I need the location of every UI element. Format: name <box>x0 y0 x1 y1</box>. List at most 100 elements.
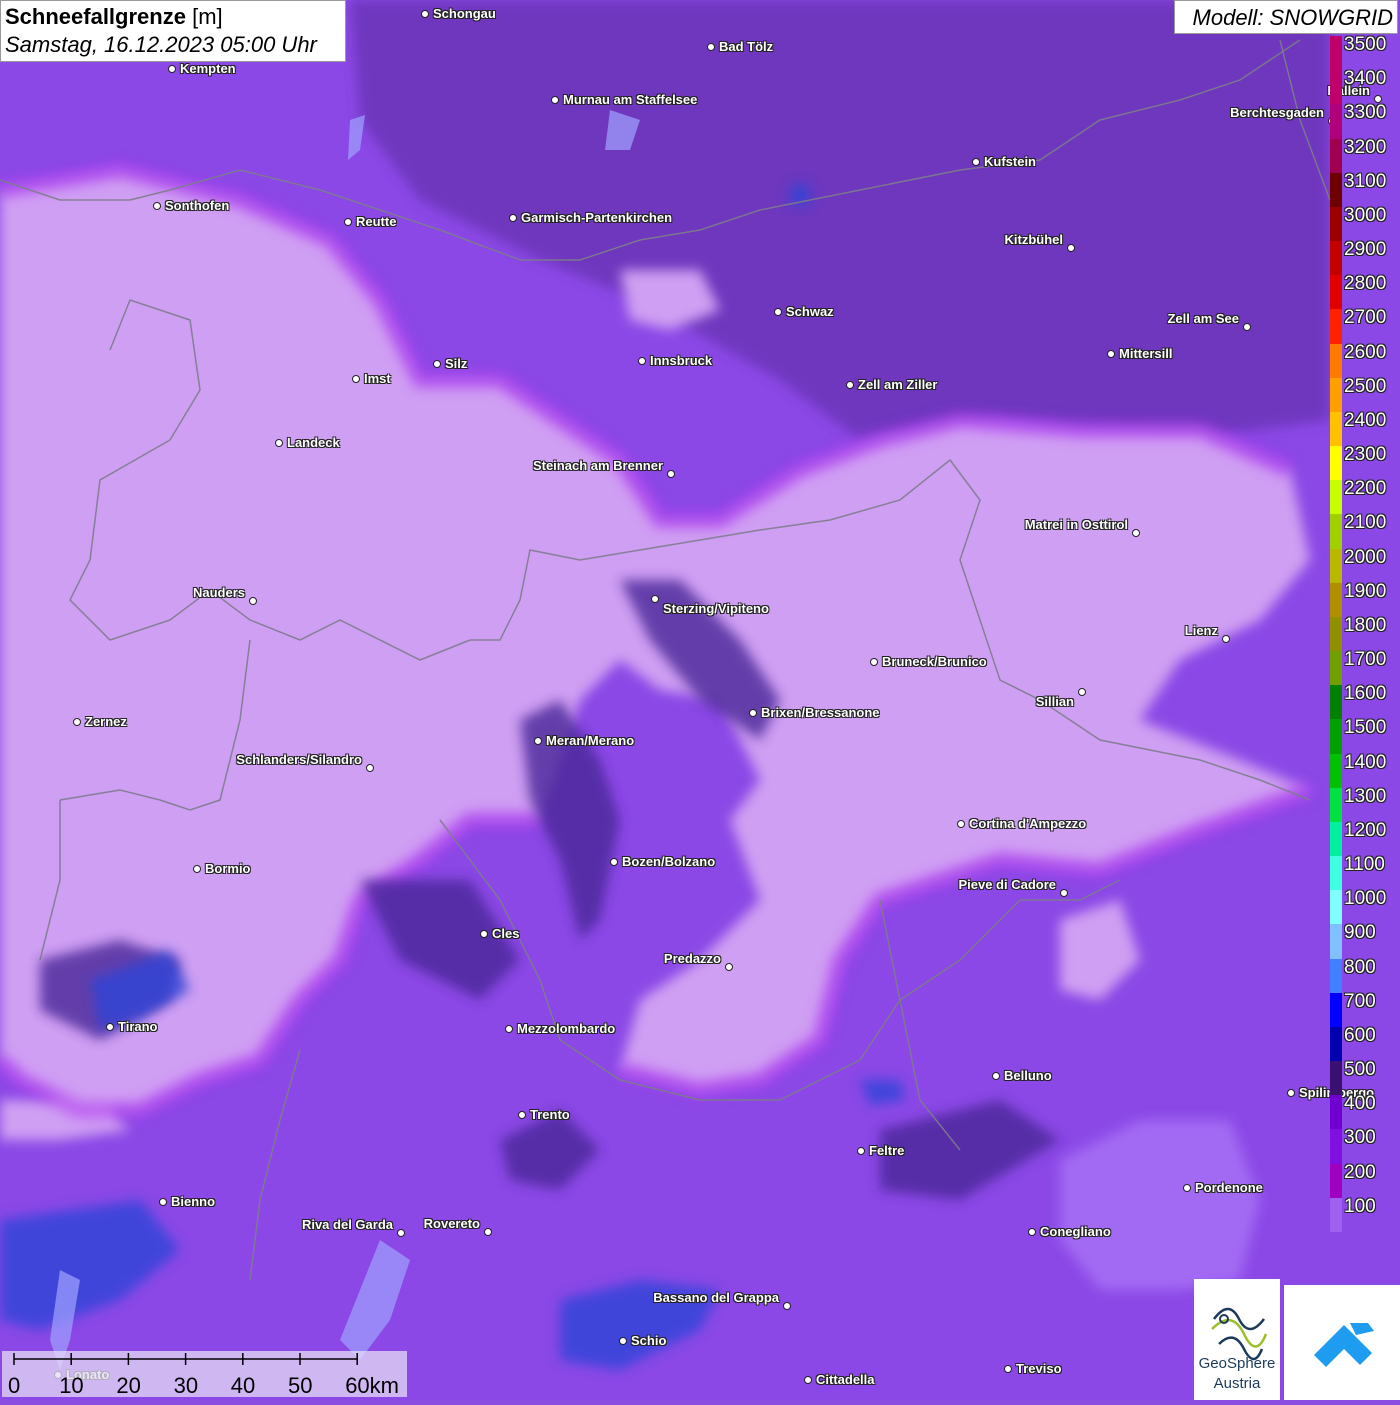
legend-swatch <box>1330 36 1342 71</box>
forecast-datetime: Samstag, 16.12.2023 05:00 Uhr <box>5 32 317 57</box>
legend-label: 3300 <box>1344 102 1387 124</box>
city-dot <box>159 1198 167 1206</box>
legend-swatch <box>1330 719 1342 755</box>
legend-swatch <box>1330 343 1342 379</box>
legend-swatch <box>1330 1197 1342 1233</box>
legend-label: 2400 <box>1344 409 1387 431</box>
city-label: Sterzing/Vipiteno <box>663 601 769 616</box>
legend-swatch <box>1330 753 1342 789</box>
city-label: Bad Tölz <box>719 39 774 54</box>
legend-label: 1100 <box>1344 854 1385 876</box>
city-label: Innsbruck <box>650 353 713 368</box>
city-label: Schio <box>631 1333 667 1348</box>
legend-label: 2200 <box>1344 478 1387 500</box>
legend-label: 800 <box>1344 956 1376 978</box>
legend-swatch <box>1330 1163 1342 1199</box>
city-dot <box>749 709 757 717</box>
city-label: Bozen/Bolzano <box>622 854 716 869</box>
city-dot <box>957 820 965 828</box>
city-dot <box>667 470 675 478</box>
city-dot <box>1067 244 1075 252</box>
city-dot <box>1243 323 1251 331</box>
legend-label: 1600 <box>1344 683 1387 705</box>
city-dot <box>1183 1184 1191 1192</box>
city-dot <box>366 764 374 772</box>
city-dot <box>551 96 559 104</box>
city-label: Berchtesgaden <box>1230 105 1324 120</box>
city-label: Conegliano <box>1040 1224 1111 1239</box>
legend-label: 2500 <box>1344 375 1387 397</box>
city-label: Matrei in Osttirol <box>1024 517 1128 532</box>
legend-swatch <box>1330 514 1342 550</box>
scale-label: 10 <box>59 1373 84 1398</box>
city-label: Pordenone <box>1195 1180 1263 1195</box>
legend-swatch <box>1330 685 1342 720</box>
city-dot <box>352 375 360 383</box>
city-dot <box>992 1072 1000 1080</box>
geosphere-logo[interactable]: GeoSphere Austria <box>1194 1279 1280 1400</box>
city-label: Imst <box>364 371 391 386</box>
city-label: Zell am Ziller <box>858 377 938 392</box>
legend-label: 1400 <box>1344 751 1387 773</box>
city-dot <box>1028 1228 1036 1236</box>
city-label: Mezzolombardo <box>517 1021 616 1036</box>
legend-label: 900 <box>1344 922 1376 944</box>
city-label: Predazzo <box>663 951 721 966</box>
city-dot <box>846 381 854 389</box>
city-dot <box>168 65 176 73</box>
city-dot <box>153 202 161 210</box>
city-label: Lienz <box>1184 623 1218 638</box>
city-label: Steinach am Brenner <box>532 458 663 473</box>
city-label: Kempten <box>180 61 236 76</box>
city-dot <box>725 963 733 971</box>
city-dot <box>870 658 878 666</box>
city-label: Pieve di Cadore <box>958 877 1056 892</box>
city-label: Brixen/Bressanone <box>761 705 880 720</box>
legend-swatch <box>1330 1061 1342 1096</box>
snow-cloud-logo[interactable] <box>1284 1285 1400 1400</box>
city-label: Bruneck/Brunico <box>882 654 987 669</box>
legend-swatch <box>1330 548 1342 584</box>
city-label: Zell am See <box>1167 311 1239 326</box>
city-label: Zernez <box>85 714 127 729</box>
city-dot <box>638 357 646 365</box>
city-label: Murnau am Staffelsee <box>563 92 698 107</box>
model-label: Modell: SNOWGRID <box>1174 0 1398 34</box>
city-label: Trento <box>530 1107 570 1122</box>
legend-swatch <box>1330 1026 1342 1062</box>
city-dot <box>972 158 980 166</box>
city-label: Schwaz <box>786 304 834 319</box>
city-label: Schongau <box>433 6 496 21</box>
city-dot <box>1060 889 1068 897</box>
legend-swatch <box>1330 1095 1342 1130</box>
legend-swatch <box>1330 890 1342 925</box>
city-dot <box>1287 1089 1295 1097</box>
legend-label: 3100 <box>1344 170 1387 192</box>
legend-label: 2600 <box>1344 341 1387 363</box>
city-label: Cles <box>492 926 520 941</box>
city-dot <box>433 360 441 368</box>
city-label: Bormio <box>205 861 251 876</box>
city-label: Reutte <box>356 214 397 229</box>
scale-label: 0 <box>8 1373 21 1398</box>
city-dot <box>857 1147 865 1155</box>
city-dot <box>480 930 488 938</box>
city-label: Kufstein <box>984 154 1036 169</box>
legend-label: 1800 <box>1344 614 1387 636</box>
legend-swatch <box>1330 821 1342 857</box>
legend-swatch <box>1330 241 1342 276</box>
legend-swatch <box>1330 856 1342 891</box>
city-label: Schlanders/Silandro <box>236 752 362 767</box>
legend-swatch <box>1330 616 1342 652</box>
city-dot <box>344 218 352 226</box>
legend-swatch <box>1330 1129 1342 1165</box>
city-dot <box>249 597 257 605</box>
city-dot <box>1222 635 1230 643</box>
legend-label: 1700 <box>1344 649 1387 671</box>
city-label: Bassano del Grappa <box>653 1290 779 1305</box>
city-label: Treviso <box>1016 1361 1062 1376</box>
legend-label: 2800 <box>1344 273 1387 295</box>
legend-swatch <box>1330 924 1342 960</box>
scale-bar: 0 10 20 30 40 50 60km <box>2 1351 407 1398</box>
city-dot <box>651 595 659 603</box>
